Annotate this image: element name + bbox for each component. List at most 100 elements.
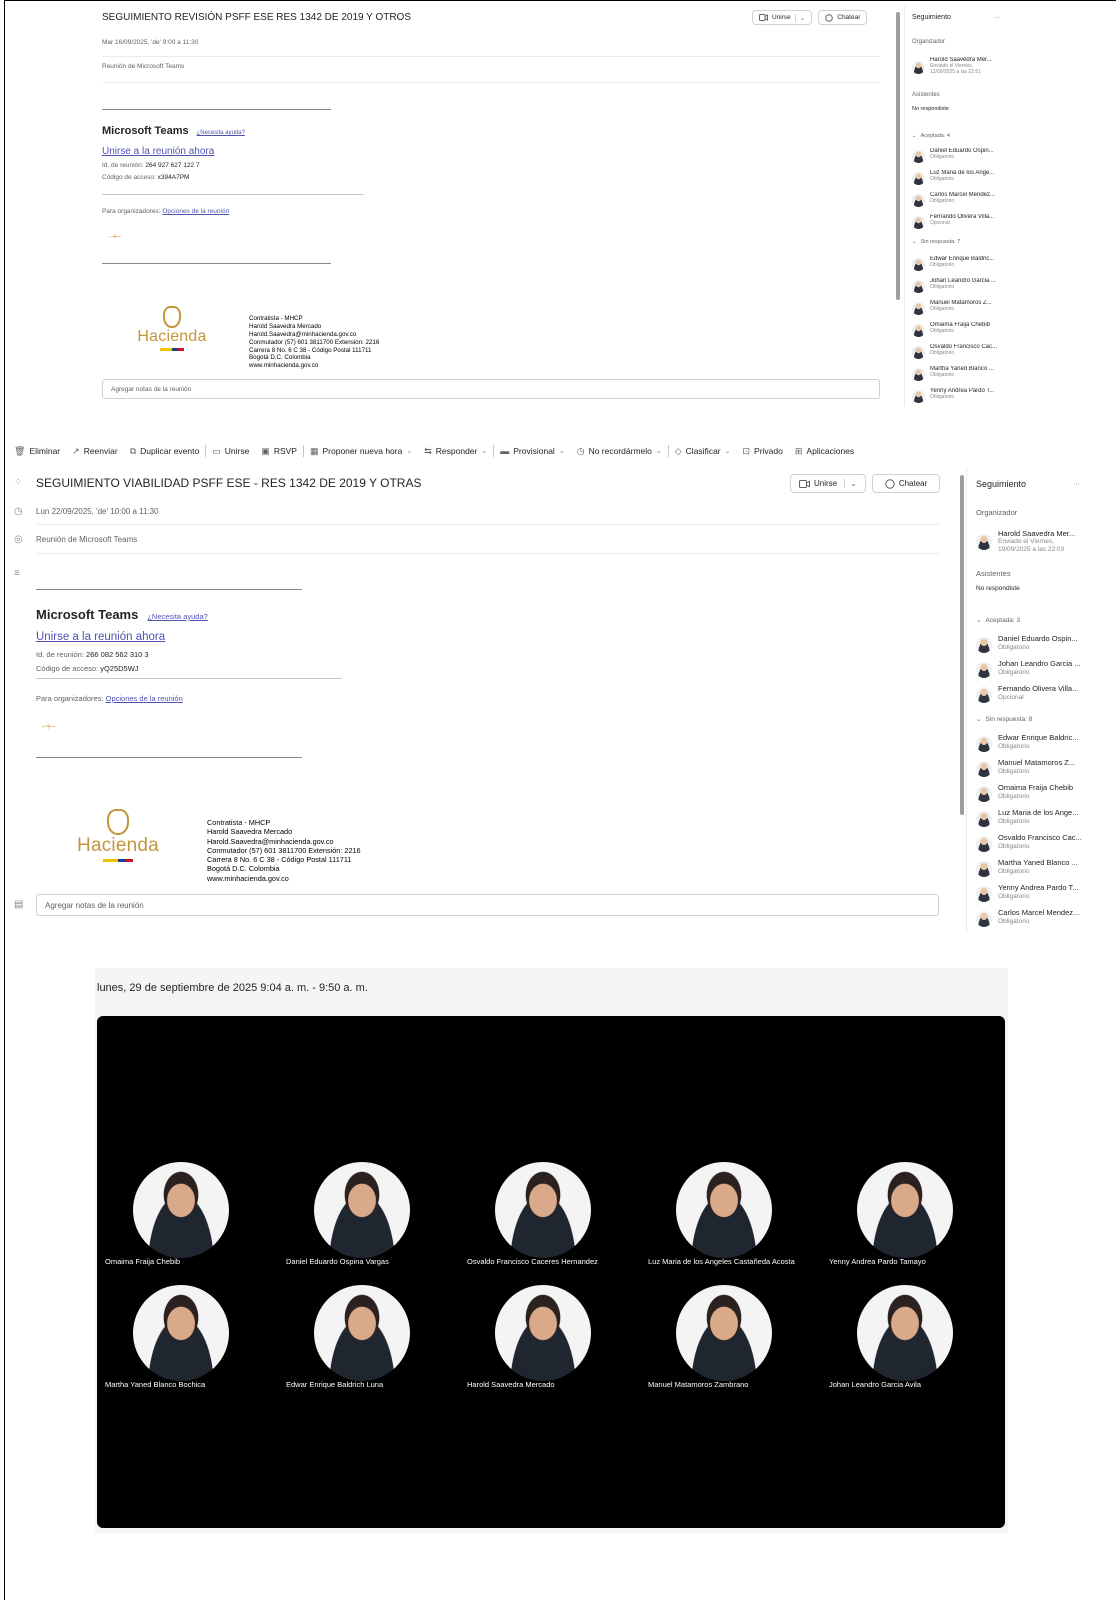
toolbar-rsvp-button[interactable]: ▣ RSVP <box>255 446 303 457</box>
meeting-id-value: 264 927 627 122 7 <box>145 162 200 169</box>
toolbar-clasificar-button[interactable]: ◇ Clasificar ⌄ <box>669 446 737 457</box>
participant-tile: Martha Yaned Blanco Bochica <box>97 1285 277 1395</box>
attendee-item[interactable]: Martha Yaned Blanco ... Obligatorio <box>976 859 1086 877</box>
attendee-item[interactable]: Edwar Enrique Baldric... Obligatorio <box>912 256 1004 271</box>
attendee-item[interactable]: Carlos Marcel Mendez... Obligatorio <box>976 909 1086 927</box>
organizer-item[interactable]: Harold Saavedra Mer... Enviado el Vierne… <box>976 529 1086 554</box>
join-meeting-link[interactable]: Unirse a la reunión ahora <box>36 631 165 643</box>
avatar <box>912 368 925 381</box>
chat-button-label: Chatear <box>898 479 928 488</box>
attendee-item[interactable]: Fernando Olivera Villa... Opcional <box>912 214 1004 229</box>
attendee-name: Luz Maria de los Ange... <box>998 809 1079 817</box>
attendee-item[interactable]: Carlos Marcel Mendez... Obligatorio <box>912 192 1004 207</box>
scrollbar[interactable] <box>896 12 900 300</box>
avatar <box>912 194 925 207</box>
meeting-id-label: Id. de reunión: <box>102 162 146 169</box>
meeting-notes-input[interactable]: Agregar notas de la reunión <box>102 379 880 399</box>
organizer-item[interactable]: Harold Saavedra Mer... Enviado el Vierne… <box>912 57 1002 75</box>
chevron-down-icon: ⌄ <box>558 448 565 455</box>
attendee-role: Obligatorio <box>998 767 1030 775</box>
chat-icon <box>825 13 834 22</box>
attendee-name: Carlos Marcel Mendez... <box>998 909 1080 917</box>
divider <box>102 82 880 83</box>
attendee-item[interactable]: Omaima Fraija Chebib Obligatorio <box>976 784 1086 802</box>
toolbar-eliminar-button[interactable]: 🗑 Eliminar <box>8 446 66 457</box>
organizer-sent-time: 12/09/2025 a las 22:51 <box>930 68 981 75</box>
attendee-item[interactable]: Manuel Matamoros Z... Obligatorio <box>976 759 1086 777</box>
attendee-item[interactable]: Manuel Matamoros Z... Obligatorio <box>912 300 1004 315</box>
participant-tile: Osvaldo Francisco Caceres Hernandez <box>459 1162 639 1272</box>
chat-button[interactable]: Chatear <box>871 474 941 493</box>
divider <box>36 678 342 679</box>
attendee-item[interactable]: Yenny Andrea Pardo T... Obligatorio <box>976 884 1086 902</box>
toolbar-privado-button[interactable]: ⊡ Privado <box>737 446 789 457</box>
accepted-group-header[interactable]: ⌄ Aceptada: 3 <box>976 616 1020 625</box>
join-meeting-link[interactable]: Unirse a la reunión ahora <box>102 146 214 157</box>
attendee-item[interactable]: Omaima Fraija Chebib Obligatorio <box>912 322 1004 337</box>
noreply-group-header[interactable]: ⌄ Sin respuesta: 7 <box>912 239 960 245</box>
participant-name: Luz Maria de los Angeles Castañeda Acost… <box>648 1257 795 1266</box>
attendee-item[interactable]: Johan Leandro Garcia ... Obligatorio <box>976 660 1086 678</box>
attendee-role: Obligatorio <box>930 349 955 356</box>
attendee-item[interactable]: Osvaldo Francisco Cac... Obligatorio <box>912 344 1004 359</box>
join-button[interactable]: Unirse ⌄ <box>752 10 813 25</box>
attendee-item[interactable]: Daniel Eduardo Ospin... Obligatorio <box>976 635 1086 653</box>
attendee-item[interactable]: Fernando Olivera Villa... Opcional <box>976 685 1086 703</box>
join-button-label: Unirse <box>814 479 838 488</box>
toolbar-unirse-button[interactable]: ▭ Unirse <box>206 446 255 457</box>
avatar <box>976 911 992 927</box>
toolbar-provisional-button[interactable]: ▬ Provisional ⌄ <box>494 446 570 456</box>
more-options-icon[interactable]: ··· <box>1073 481 1080 488</box>
hacienda-logo-text: Hacienda <box>77 835 159 856</box>
avatar <box>976 637 992 653</box>
attendee-name: Martha Yaned Blanco ... <box>998 859 1078 867</box>
chevron-down-icon: ⌄ <box>655 448 662 455</box>
teams-heading: Microsoft Teams <box>36 607 139 622</box>
divider <box>102 194 364 195</box>
attendee-item[interactable]: Johan Leandro Garcia ... Obligatorio <box>912 278 1004 293</box>
attendee-item[interactable]: Osvaldo Francisco Cac... Obligatorio <box>976 834 1086 852</box>
attendee-item[interactable]: Daniel Eduardo Ospin... Obligatorio <box>912 148 1004 163</box>
attendee-item[interactable]: Martha Yaned Blanco ... Obligatorio <box>912 366 1004 381</box>
passcode-value: x394A7PM <box>157 174 190 181</box>
apps-icon: ⊞ <box>794 445 803 456</box>
attendee-item[interactable]: Edwar Enrique Baldric... Obligatorio <box>976 734 1086 752</box>
toolbar-aplicaciones-button[interactable]: ⊞ Aplicaciones <box>789 446 860 457</box>
accepted-group-header[interactable]: ⌄ Aceptada: 4 <box>912 133 950 139</box>
attendee-item[interactable]: Luz Maria de los Ange... Obligatorio <box>912 170 1004 185</box>
participant-tile: Harold Saavedra Mercado <box>459 1285 639 1395</box>
attendee-name: Johan Leandro Garcia ... <box>998 660 1081 668</box>
noreply-group-header[interactable]: ⌄ Sin respuesta: 8 <box>976 715 1032 724</box>
more-options-icon[interactable]: ··· <box>994 15 1000 21</box>
attendee-role: Obligatorio <box>998 917 1030 925</box>
chat-button[interactable]: Chatear <box>818 10 868 25</box>
toolbar-no-recordármelo-button[interactable]: ◷ No recordármelo ⌄ <box>571 446 668 457</box>
help-link[interactable]: ¿Necesita ayuda? <box>197 130 245 136</box>
response-status: No respondiste <box>976 585 1020 592</box>
avatar <box>912 258 925 271</box>
help-link[interactable]: ¿Necesita ayuda? <box>147 612 207 621</box>
join-button[interactable]: Unirse ⌄ <box>790 474 866 493</box>
chevron-down-icon[interactable]: ⌄ <box>794 13 805 22</box>
signature-line: Bogotá D.C. Colombia <box>249 354 311 362</box>
attendees-label: Asistentes <box>976 569 1011 578</box>
notes-placeholder: Agregar notas de la reunión <box>111 385 192 393</box>
meeting-notes-input[interactable]: Agregar notas de la reunión <box>36 894 939 916</box>
signature-line: Carrera 8 No. 6 C 38 - Código Postal 111… <box>249 346 372 354</box>
meeting-options-link[interactable]: Opciones de la reunión <box>162 208 229 215</box>
noreply-count: Sin respuesta: 7 <box>920 239 961 245</box>
participant-photo <box>133 1162 229 1258</box>
scrollbar[interactable] <box>960 475 964 815</box>
attendee-item[interactable]: Luz Maria de los Ange... Obligatorio <box>976 809 1086 827</box>
video-icon <box>799 479 810 488</box>
toolbar-proponer-nueva-hora-button[interactable]: ▦ Proponer nueva hora ⌄ <box>304 446 418 457</box>
toolbar-reenviar-button[interactable]: ↗ Reenviar <box>66 446 124 457</box>
participant-photo <box>495 1162 591 1258</box>
chevron-down-icon[interactable]: ⌄ <box>844 479 857 488</box>
toolbar-duplicar-evento-button[interactable]: ⧉ Duplicar evento <box>124 446 206 457</box>
avatar <box>912 61 925 74</box>
attendee-item[interactable]: Yenny Andrea Pardo T... Obligatorio <box>912 388 1004 403</box>
meeting-details-panel-2: ⁘ SEGUIMIENTO VIABILIDAD PSFF ESE - RES … <box>10 467 1090 933</box>
toolbar-responder-button[interactable]: ⇆ Responder ⌄ <box>418 446 493 457</box>
meeting-options-link[interactable]: Opciones de la reunión <box>106 694 183 703</box>
